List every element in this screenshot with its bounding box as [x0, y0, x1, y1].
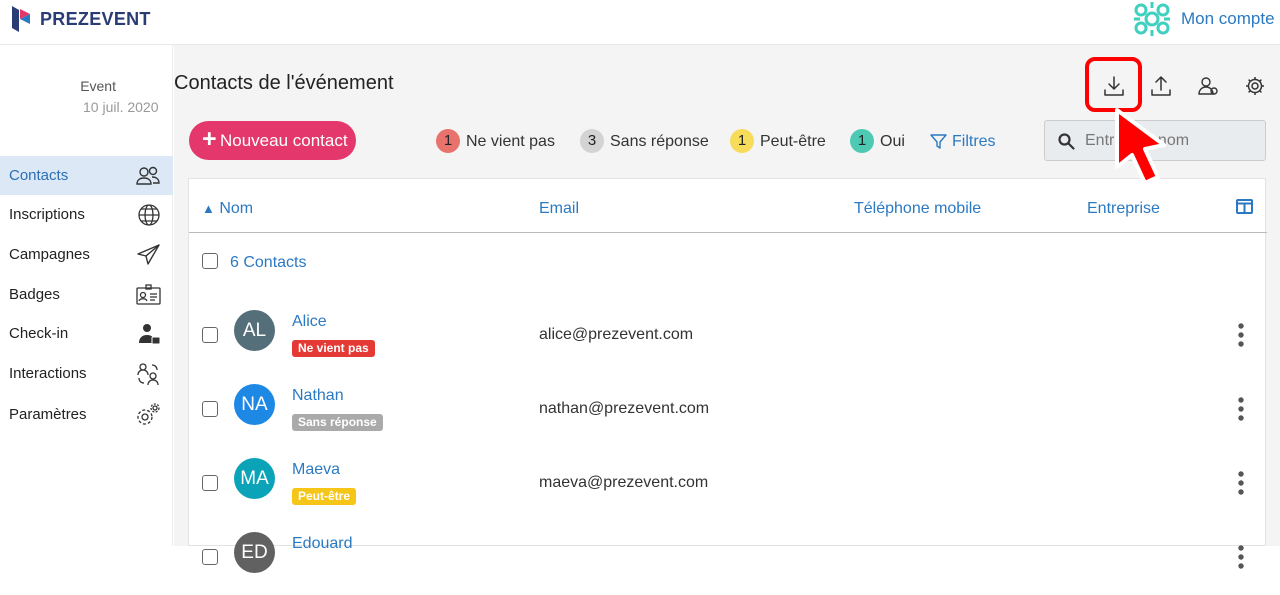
contact-email: nathan@prezevent.com: [539, 400, 710, 417]
column-header-name[interactable]: ▲ Nom: [202, 200, 253, 218]
contact-email: alice@prezevent.com: [539, 326, 694, 343]
table-row[interactable]: MA Maeva Peut-être maeva@prezevent.com: [189, 447, 1267, 521]
sidebar-item-label: Inscriptions: [9, 206, 85, 223]
table-row[interactable]: ED Edouard: [189, 521, 1267, 595]
sidebar-item-label: Campagnes: [9, 246, 90, 263]
stat-count: 1: [436, 129, 460, 153]
filters-label: Filtres: [952, 133, 996, 150]
stat-count: 1: [850, 129, 874, 153]
badge-icon: [136, 284, 161, 305]
new-contact-label: Nouveau contact: [220, 131, 348, 150]
column-header-label: Nom: [219, 200, 254, 217]
status-badge: Peut-être: [292, 488, 357, 505]
upload-icon[interactable]: [1148, 73, 1174, 99]
stat-label: Oui: [880, 133, 905, 150]
new-contact-button[interactable]: + Nouveau contact: [189, 121, 356, 160]
stat-count: 3: [580, 129, 604, 153]
top-bar: PREZEVENT Mon compte: [0, 0, 1280, 45]
avatar: NA: [234, 384, 275, 425]
sort-asc-icon: ▲: [202, 201, 215, 216]
contact-name[interactable]: Edouard: [292, 535, 353, 553]
sidebar-item-label: Badges: [9, 286, 60, 303]
sidebar: Event 10 juil. 2020 Contacts Inscription…: [0, 45, 173, 546]
sidebar-item-badges[interactable]: Badges: [0, 275, 173, 314]
account-avatar-icon[interactable]: [1132, 0, 1172, 38]
sidebar-item-interactions[interactable]: Interactions: [0, 354, 173, 393]
contacts-table: ▲ Nom Email Téléphone mobile Entreprise …: [188, 178, 1267, 573]
sidebar-item-label: Check-in: [9, 325, 69, 342]
interactions-icon: [137, 363, 159, 386]
globe-icon: [138, 204, 160, 226]
manage-users-icon[interactable]: [1195, 73, 1221, 99]
brand-name: PREZEVENT: [40, 9, 151, 29]
contact-email: maeva@prezevent.com: [539, 474, 709, 491]
avatar: MA: [234, 458, 275, 499]
more-options-icon[interactable]: [1234, 470, 1248, 496]
pointer-arrow-icon: [1115, 108, 1166, 185]
prezevent-logo-icon[interactable]: [10, 4, 34, 34]
sidebar-item-contacts[interactable]: Contacts: [0, 156, 173, 195]
more-options-icon[interactable]: [1234, 322, 1248, 348]
contacts-count: 6 Contacts: [230, 254, 307, 271]
sidebar-item-check-in[interactable]: Check-in: [0, 314, 173, 353]
more-options-icon[interactable]: [1234, 544, 1248, 570]
search-icon: [1058, 133, 1075, 150]
event-date: 10 juil. 2020: [83, 99, 159, 115]
stat-count: 1: [730, 129, 754, 153]
sidebar-item-label: Contacts: [9, 167, 69, 184]
row-checkbox[interactable]: [202, 475, 218, 491]
download-highlight-box: [1085, 57, 1142, 112]
event-name: Event: [80, 78, 116, 94]
column-header-company[interactable]: Entreprise: [1087, 200, 1160, 218]
row-checkbox[interactable]: [202, 327, 218, 343]
header-divider: [189, 232, 1267, 233]
settings-icon[interactable]: [1242, 73, 1268, 99]
main-content: Contacts de l'événement + Nouveau contac…: [174, 45, 1280, 573]
sidebar-item-campagnes[interactable]: Campagnes: [0, 235, 173, 274]
sidebar-item-parametres[interactable]: Paramètres: [0, 395, 173, 434]
table-row[interactable]: NA Nathan Sans réponse nathan@prezevent.…: [189, 373, 1267, 447]
status-badge: Sans réponse: [292, 414, 383, 431]
sidebar-item-inscriptions[interactable]: Inscriptions: [0, 195, 173, 234]
filter-icon: [930, 134, 947, 149]
avatar: ED: [234, 532, 275, 573]
avatar: AL: [234, 310, 275, 351]
sidebar-item-label: Paramètres: [9, 406, 87, 423]
status-badge: Ne vient pas: [292, 340, 375, 357]
row-checkbox[interactable]: [202, 549, 218, 565]
contacts-icon: [136, 166, 160, 185]
stat-label: Sans réponse: [610, 133, 709, 150]
page-title: Contacts de l'événement: [174, 72, 394, 94]
select-all-checkbox[interactable]: [202, 253, 218, 269]
column-header-email[interactable]: Email: [539, 200, 579, 218]
column-header-mobile[interactable]: Téléphone mobile: [854, 200, 981, 218]
row-checkbox[interactable]: [202, 401, 218, 417]
check-in-user-icon: [139, 324, 161, 345]
contact-name[interactable]: Nathan: [292, 387, 344, 405]
contact-name[interactable]: Maeva: [292, 461, 340, 479]
table-row[interactable]: AL Alice Ne vient pas alice@prezevent.co…: [189, 299, 1267, 373]
paper-plane-icon: [137, 244, 160, 265]
plus-icon: +: [202, 125, 217, 153]
sidebar-item-label: Interactions: [9, 365, 87, 382]
stat-label: Peut-être: [760, 133, 826, 150]
account-link[interactable]: Mon compte: [1181, 9, 1275, 29]
more-options-icon[interactable]: [1234, 396, 1248, 422]
contact-name[interactable]: Alice: [292, 313, 327, 331]
columns-toggle-icon[interactable]: [1236, 199, 1253, 214]
gears-icon: [137, 403, 160, 425]
stat-label: Ne vient pas: [466, 133, 555, 150]
